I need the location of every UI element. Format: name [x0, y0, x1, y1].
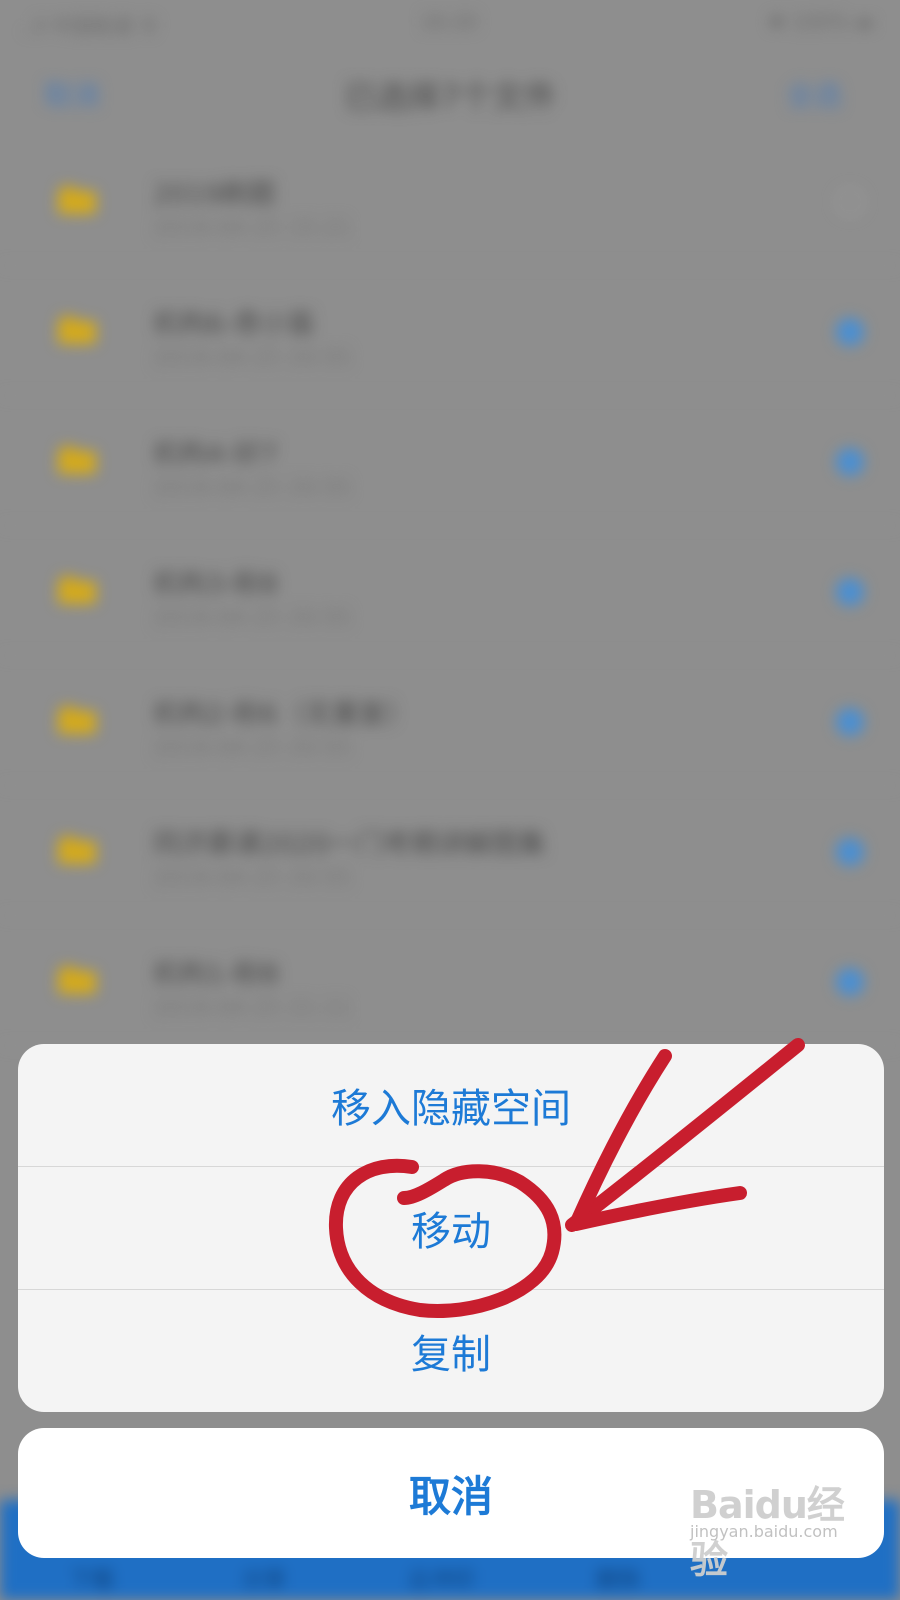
tab-delete[interactable]: 删除 [596, 1562, 640, 1594]
checked-circle-icon[interactable] [836, 708, 864, 736]
move-to-hidden-space-button[interactable]: 移入隐藏空间 [18, 1044, 884, 1166]
folder-icon [58, 186, 96, 214]
unchecked-circle-icon[interactable] [836, 188, 864, 216]
file-date: 2019-04-25 20:55 [153, 476, 352, 501]
screen: ..ll 中国联通 令 16:20 ✱ 100% ▬ 取消 已选择7个文件 全选… [0, 0, 900, 1600]
status-battery: ✱ 100% ▬ [768, 10, 874, 34]
file-name: 同济慕课2020一门考期讲解图集 [153, 829, 546, 860]
checked-circle-icon[interactable] [836, 838, 864, 866]
file-date: 2019-04-25 20:55 [153, 346, 352, 371]
folder-icon [58, 316, 96, 344]
status-bar: ..ll 中国联通 令 16:20 ✱ 100% ▬ [0, 0, 900, 44]
tab-download[interactable]: 下载 [70, 1562, 114, 1594]
baidu-jingyan-watermark: Baidu经验 jingyan.baidu.com [690, 1470, 880, 1582]
action-sheet: 移入隐藏空间 移动 复制 [18, 1044, 884, 1412]
file-row[interactable]: 机构6-奇小笛 2019-04-25 20:55 [0, 266, 900, 396]
tab-print[interactable]: 云冲印 [408, 1562, 474, 1594]
status-carrier: ..ll 中国联通 令 [22, 14, 159, 38]
file-row[interactable]: 2019刷题 2019-04-25 15:21 [0, 136, 900, 266]
copy-button[interactable]: 复制 [18, 1290, 884, 1412]
nav-select-all-button[interactable]: 全选 [786, 74, 842, 114]
folder-icon [58, 966, 96, 994]
file-list: 2019刷题 2019-04-25 15:21 机构6-奇小笛 2019-04-… [0, 136, 900, 1046]
move-button[interactable]: 移动 [18, 1167, 884, 1289]
file-name: 机构6-奇小笛 [153, 309, 315, 340]
checked-circle-icon[interactable] [836, 968, 864, 996]
file-row[interactable]: 机构1-粉B 2019-04-25 21:11 [0, 916, 900, 1046]
file-name: 机构4-好7 [153, 439, 279, 470]
file-row[interactable]: 同济慕课2020一门考期讲解图集 2019-04-25 20:55 [0, 786, 900, 916]
file-name: 机构3-粉8 [153, 569, 279, 600]
file-name: 2019刷题 [153, 179, 276, 210]
status-time: 16:20 [420, 10, 478, 34]
file-name: 机构2-粉6（无重复） [153, 699, 414, 730]
file-row[interactable]: 机构2-粉6（无重复） 2019-04-25 20:55 [0, 656, 900, 786]
watermark-url: jingyan.baidu.com [690, 1522, 838, 1541]
folder-icon [58, 706, 96, 734]
folder-icon [58, 446, 96, 474]
nav-bar: 取消 已选择7个文件 全选 [0, 50, 900, 130]
checked-circle-icon[interactable] [836, 448, 864, 476]
nav-title: 已选择7个文件 [343, 78, 557, 116]
checked-circle-icon[interactable] [836, 318, 864, 346]
file-date: 2019-04-25 20:55 [153, 866, 352, 891]
file-row[interactable]: 机构3-粉8 2019-04-25 20:55 [0, 526, 900, 656]
file-date: 2019-04-25 21:11 [153, 996, 352, 1021]
checked-circle-icon[interactable] [836, 578, 864, 606]
folder-icon [58, 836, 96, 864]
file-name: 机构1-粉B [153, 959, 280, 990]
file-date: 2019-04-25 20:55 [153, 606, 352, 631]
file-date: 2019-04-25 15:21 [153, 216, 352, 241]
tab-share[interactable]: 分享 [242, 1562, 286, 1594]
file-row[interactable]: 机构4-好7 2019-04-25 20:55 [0, 396, 900, 526]
folder-icon [58, 576, 96, 604]
file-date: 2019-04-25 20:55 [153, 736, 352, 761]
